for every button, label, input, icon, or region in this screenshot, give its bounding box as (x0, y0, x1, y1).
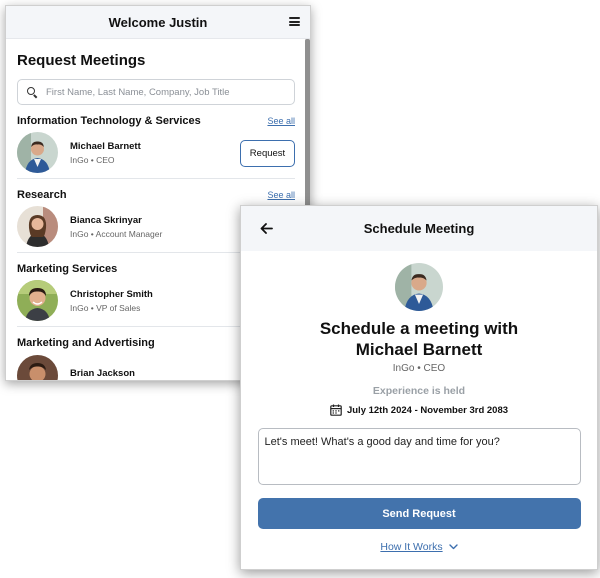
see-all-link[interactable]: See all (267, 190, 295, 200)
message-field[interactable]: Let's meet! What's a good day and time f… (257, 428, 581, 485)
how-it-works-label[interactable]: How It Works (380, 541, 442, 553)
avatar (17, 132, 58, 173)
search-placeholder: First Name, Last Name, Company, Job Titl… (46, 86, 230, 98)
request-button[interactable]: Request (240, 140, 295, 167)
schedule-heading-line1: Schedule a meeting with (319, 319, 519, 338)
date-range-text: July 12th 2024 - November 3rd 2083 (346, 404, 509, 416)
calendar-icon (330, 404, 342, 416)
avatar (17, 280, 58, 321)
person-name: Brian Jackson (70, 368, 135, 379)
back-arrow-icon[interactable] (260, 223, 273, 234)
experience-label: Experience is held (372, 385, 466, 397)
send-request-button[interactable]: Send Request (257, 498, 581, 529)
section-title: Information Technology & Services (17, 115, 201, 127)
schedule-meeting-window: Schedule Meeting Schedule a meeting with… (240, 205, 598, 570)
section-header-research: Research See all (17, 189, 295, 201)
search-input[interactable]: First Name, Last Name, Company, Job Titl… (17, 79, 295, 105)
person-subtitle: InGo • Account Manager (70, 228, 163, 239)
search-icon (27, 87, 37, 97)
avatar (17, 354, 58, 380)
person-subtitle: InGo • CEO (70, 154, 115, 165)
list-item[interactable]: Michael Barnett InGo • CEO Request (17, 127, 295, 179)
schedule-header: Schedule Meeting (241, 206, 597, 251)
section-title: Research (17, 189, 67, 201)
how-it-works-link[interactable]: How It Works (380, 541, 458, 553)
person-subtitle: InGo • CEO (392, 363, 446, 374)
welcome-title: Welcome Justin (108, 14, 208, 30)
person-name: Michael Barnett (70, 140, 141, 152)
see-all-link[interactable]: See all (267, 116, 295, 126)
avatar (395, 263, 443, 311)
chevron-down-icon[interactable] (448, 544, 458, 550)
person-subtitle: InGo • VP of Sales (70, 302, 141, 313)
page-title: Request Meetings (17, 52, 146, 69)
date-range: July 12th 2024 - November 3rd 2083 (330, 404, 508, 416)
section-title: Marketing Services (17, 263, 118, 275)
section-title: Marketing and Advertising (17, 337, 155, 349)
section-header-it: Information Technology & Services See al… (17, 115, 295, 127)
schedule-heading-line2: Michael Barnett (355, 340, 483, 359)
person-name: Bianca Skrinyar (70, 214, 142, 226)
hamburger-menu-icon[interactable] (289, 17, 300, 26)
app-header: Welcome Justin (6, 6, 310, 39)
avatar (17, 206, 58, 247)
person-name: Christopher Smith (70, 288, 153, 300)
schedule-title: Schedule Meeting (363, 221, 475, 236)
schedule-heading: Schedule a meeting with Michael Barnett (299, 318, 539, 360)
